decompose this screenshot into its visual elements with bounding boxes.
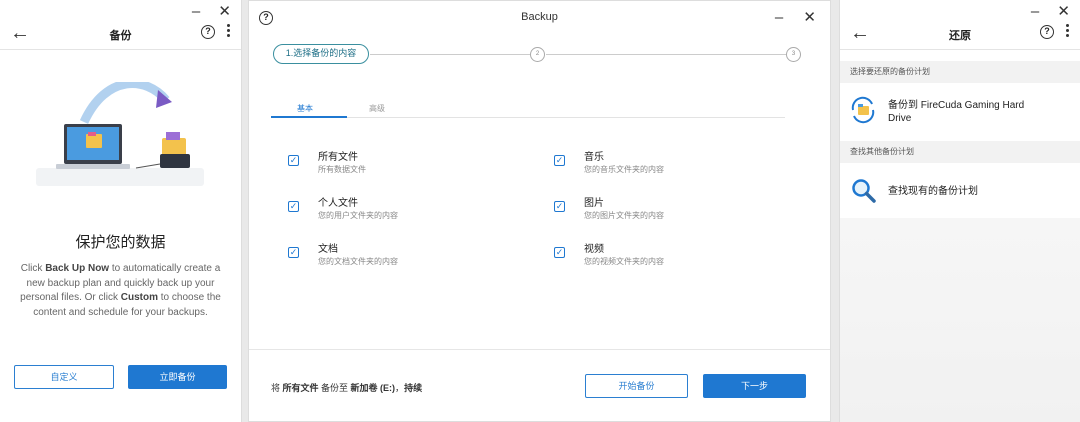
backup-dialog: ? Backup – ✕ 1.选择备份的内容 2 3 基本 高级 ✓ 所有文件 …	[248, 0, 831, 422]
find-backup-plan-item[interactable]: 查找现有的备份计划	[840, 164, 1080, 216]
next-button[interactable]: 下一步	[703, 374, 806, 398]
option-title: 个人文件	[318, 198, 358, 209]
checkbox-music[interactable]: ✓	[554, 155, 565, 166]
option-subtitle: 您的图片文件夹的内容	[584, 211, 664, 220]
option-title: 所有文件	[318, 152, 358, 163]
tab-advanced[interactable]: 高级	[369, 103, 385, 114]
option-title: 文档	[318, 244, 338, 255]
more-options-icon[interactable]	[1066, 24, 1070, 39]
restore-window: – ✕ ← 还原 ? 选择要还原的备份计划 备份到 FireCuda Gamin…	[839, 0, 1080, 422]
section-header: 查找其他备份计划	[840, 141, 1080, 163]
find-plan-label: 查找现有的备份计划	[888, 186, 978, 197]
option-subtitle: 您的音乐文件夹的内容	[584, 165, 664, 174]
step-2: 2	[530, 47, 545, 62]
backup-plan-item[interactable]: 备份到 FireCuda Gaming Hard Drive	[840, 84, 1080, 140]
search-icon	[852, 179, 876, 203]
step-1: 1.选择备份的内容	[273, 44, 369, 64]
checkbox-personal-files[interactable]: ✓	[288, 201, 299, 212]
start-backup-button[interactable]: 开始备份	[585, 374, 688, 398]
checkbox-documents[interactable]: ✓	[288, 247, 299, 258]
option-title: 视频	[584, 244, 604, 255]
custom-button[interactable]: 自定义	[14, 365, 114, 389]
step-connector	[370, 54, 530, 55]
backup-summary: 将 所有文件 备份至 新加卷 (E:)，持续	[271, 383, 423, 393]
step-3: 3	[786, 47, 801, 62]
section-header: 选择要还原的备份计划	[840, 61, 1080, 83]
dialog-title: Backup	[521, 11, 558, 23]
step-connector	[546, 54, 786, 55]
header: ← 备份 ?	[0, 18, 241, 50]
checkbox-all-files[interactable]: ✓	[288, 155, 299, 166]
option-subtitle: 所有数据文件	[318, 165, 366, 174]
option-title: 音乐	[584, 152, 604, 163]
header: ← 还原 ?	[840, 18, 1080, 50]
heading: 保护您的数据	[75, 234, 166, 251]
tab-basic[interactable]: 基本	[297, 103, 313, 114]
option-title: 图片	[584, 198, 604, 209]
minimize-icon[interactable]: –	[775, 9, 783, 26]
more-options-icon[interactable]	[227, 24, 231, 39]
active-tab-indicator	[271, 116, 347, 118]
help-icon[interactable]: ?	[1040, 25, 1054, 39]
description: Click Back Up Now to automatically creat…	[20, 263, 221, 318]
option-subtitle: 您的用户文件夹的内容	[318, 211, 398, 220]
back-up-now-button[interactable]: 立即备份	[128, 365, 227, 389]
option-subtitle: 您的文档文件夹的内容	[318, 257, 398, 266]
backup-drive-icon	[851, 96, 875, 124]
help-icon[interactable]: ?	[201, 25, 215, 39]
backup-illustration	[36, 82, 204, 186]
faded-background	[840, 218, 1080, 422]
backup-plan-name: 备份到 FireCuda Gaming Hard Drive	[888, 100, 1025, 124]
checkbox-pictures[interactable]: ✓	[554, 201, 565, 212]
backup-window: – ✕ ← 备份 ? 保护您的数据 Click Back Up Now to a…	[0, 0, 242, 422]
close-icon[interactable]: ✕	[803, 9, 816, 26]
checkbox-videos[interactable]: ✓	[554, 247, 565, 258]
option-subtitle: 您的视频文件夹的内容	[584, 257, 664, 266]
